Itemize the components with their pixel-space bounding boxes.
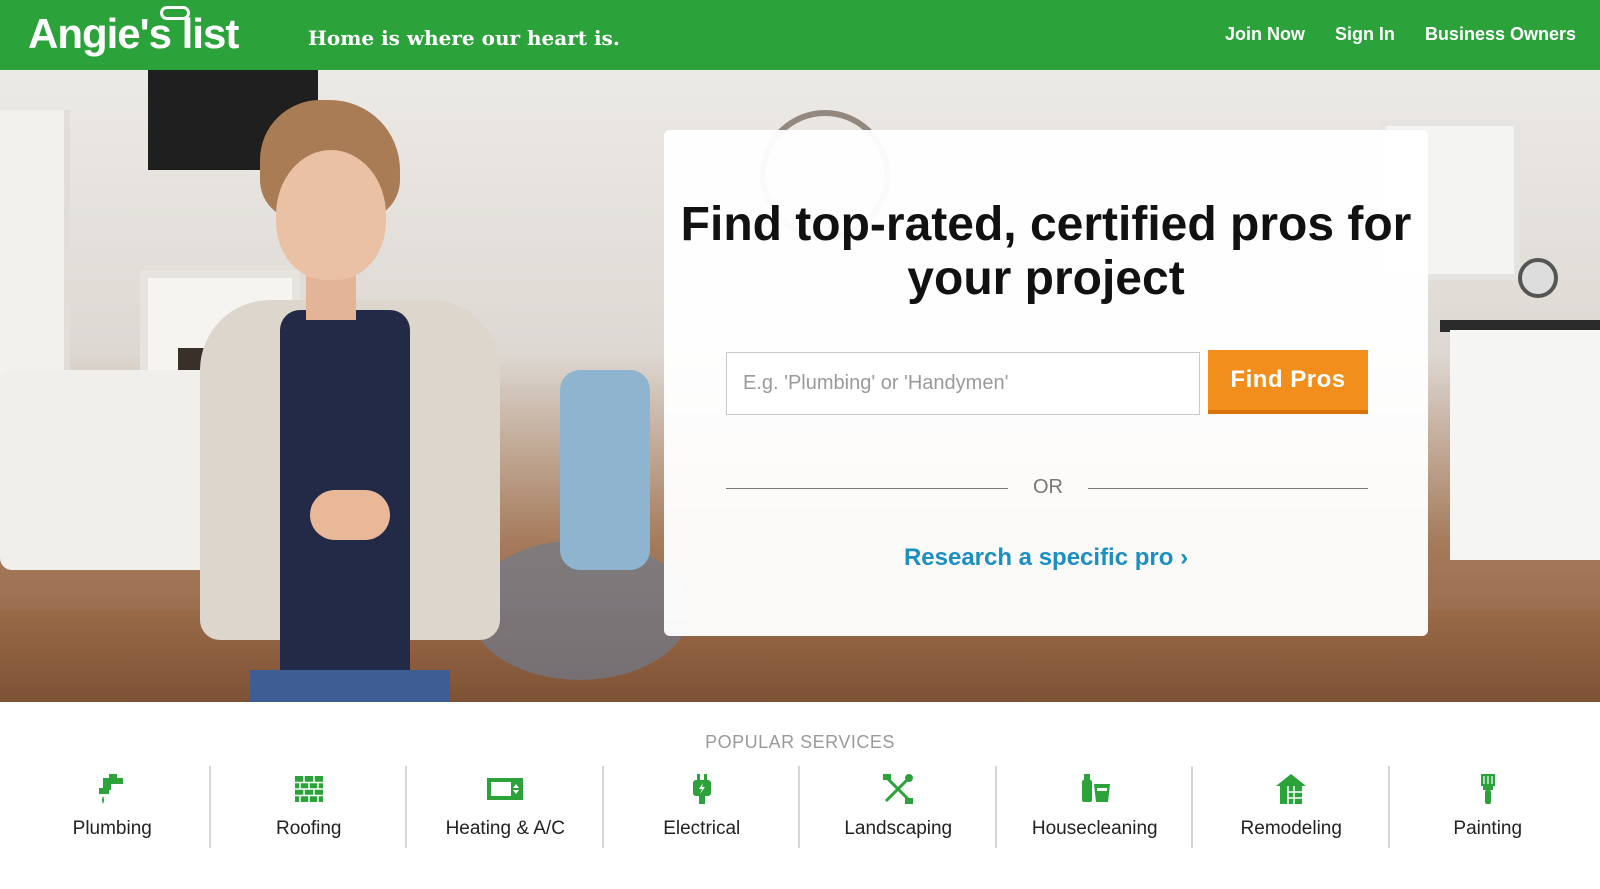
- service-label: Electrical: [663, 818, 741, 839]
- service-label: Painting: [1453, 818, 1523, 839]
- garden-tools-icon: [883, 774, 914, 804]
- plug-icon: [692, 774, 711, 804]
- tagline: Home is where our heart is.: [308, 26, 620, 50]
- search-row: Find Pros: [726, 350, 1368, 415]
- join-now-link[interactable]: Join Now: [1225, 24, 1305, 45]
- hero-headline: Find top-rated, certified pros for your …: [680, 198, 1412, 305]
- popular-services-list: Plumbing Roofing Heating & A/C Electrica…: [14, 766, 1586, 850]
- service-remodeling[interactable]: Remodeling: [1193, 766, 1390, 850]
- cleaning-supplies-icon: [1081, 774, 1110, 802]
- faucet-icon: [99, 774, 124, 804]
- background-cabinets: [1450, 330, 1600, 560]
- service-label: Plumbing: [72, 818, 152, 839]
- or-separator: OR: [726, 476, 1368, 500]
- background-wall-clock: [1518, 258, 1558, 298]
- research-specific-pro-link[interactable]: Research a specific pro ›: [664, 544, 1428, 572]
- header-nav: Join Now Sign In Business Owners: [1225, 24, 1576, 45]
- search-card: Find top-rated, certified pros for your …: [664, 130, 1428, 636]
- speech-bubble-icon: [160, 6, 190, 20]
- background-shelves: [0, 110, 70, 410]
- service-label: Landscaping: [844, 818, 953, 839]
- service-label: Housecleaning: [1031, 818, 1158, 839]
- separator-line-left: [726, 488, 1008, 489]
- service-search-input[interactable]: [726, 352, 1200, 415]
- service-label: Heating & A/C: [445, 818, 565, 839]
- separator-line-right: [1088, 488, 1368, 489]
- service-housecleaning[interactable]: Housecleaning: [997, 766, 1194, 850]
- brick-icon: [294, 776, 323, 802]
- hvac-icon: [487, 778, 524, 800]
- logo-text: Angie's list: [28, 10, 239, 57]
- house-frame-icon: [1276, 774, 1307, 804]
- angies-list-logo[interactable]: Angie's list: [28, 6, 239, 58]
- business-owners-link[interactable]: Business Owners: [1425, 24, 1576, 45]
- background-chair: [560, 370, 650, 570]
- top-header: Angie's list Home is where our heart is.…: [0, 0, 1600, 70]
- service-label: Remodeling: [1240, 818, 1342, 839]
- hero-person-photo: [190, 90, 510, 702]
- service-heating-ac[interactable]: Heating & A/C: [407, 766, 604, 850]
- or-text: OR: [1033, 476, 1063, 498]
- service-roofing[interactable]: Roofing: [211, 766, 408, 850]
- service-electrical[interactable]: Electrical: [604, 766, 801, 850]
- service-painting[interactable]: Painting: [1390, 766, 1587, 850]
- service-plumbing[interactable]: Plumbing: [14, 766, 211, 850]
- paintbrush-icon: [1480, 774, 1495, 804]
- sign-in-link[interactable]: Sign In: [1335, 24, 1395, 45]
- popular-services-title: POPULAR SERVICES: [705, 732, 895, 752]
- service-label: Roofing: [276, 818, 342, 839]
- find-pros-button[interactable]: Find Pros: [1208, 350, 1368, 414]
- service-landscaping[interactable]: Landscaping: [800, 766, 997, 850]
